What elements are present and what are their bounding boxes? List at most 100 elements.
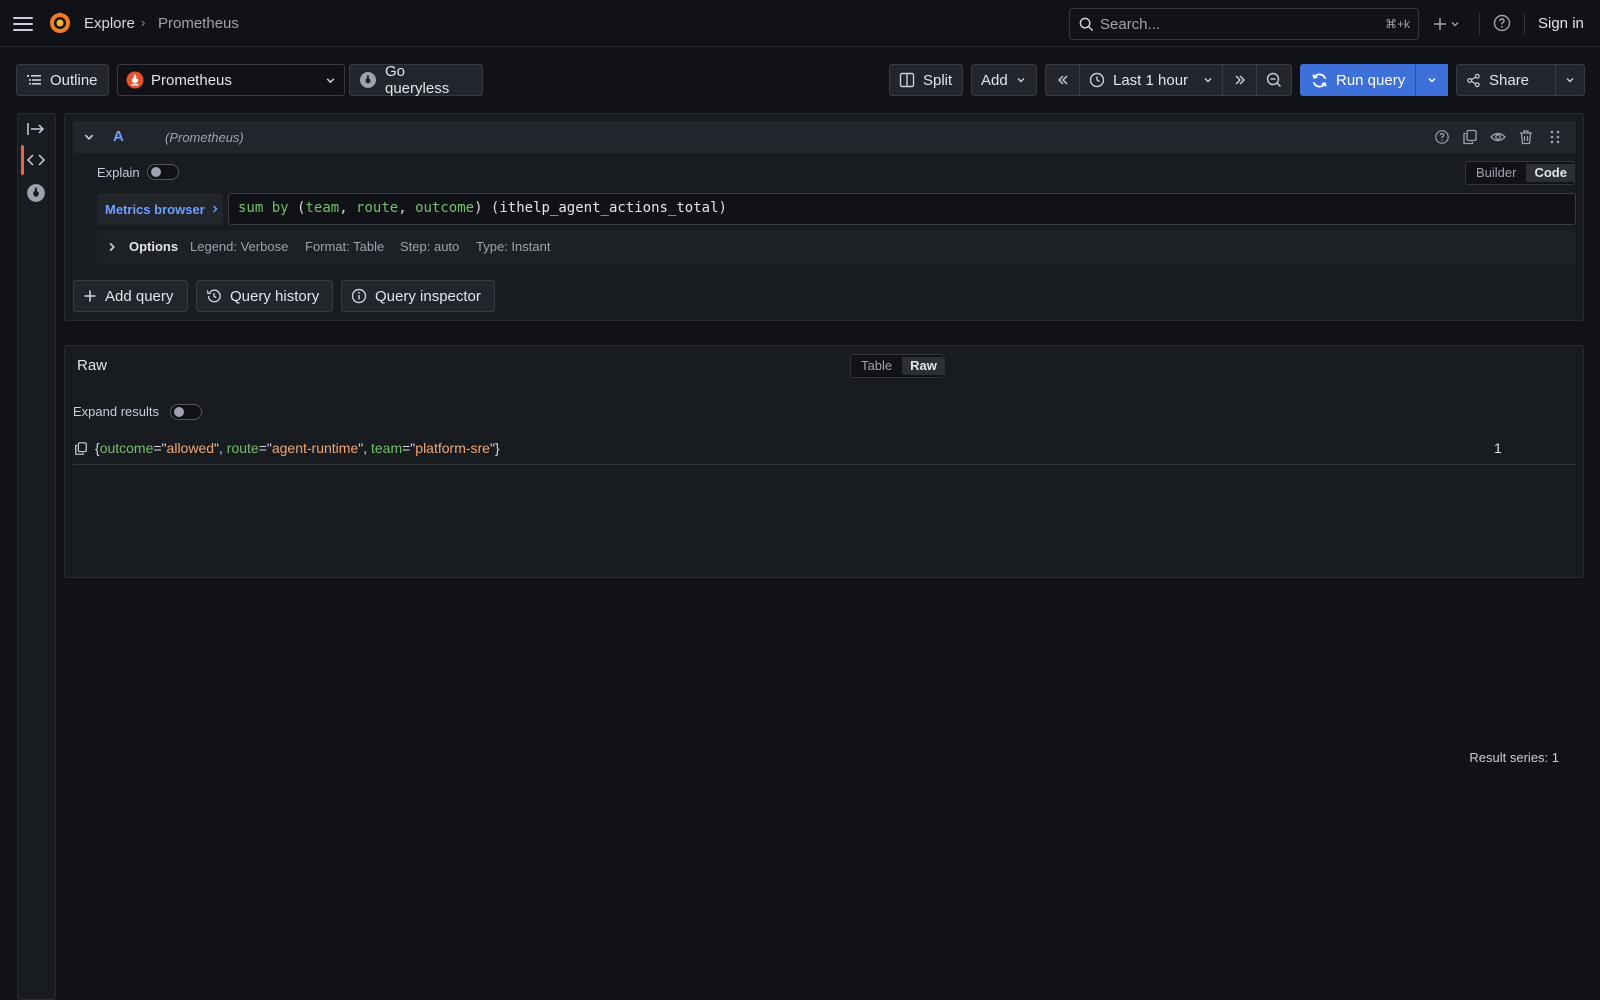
sign-in-link[interactable]: Sign in (1538, 15, 1584, 32)
promql-query-editor[interactable]: sum by (team, route, outcome) (ithelp_ag… (228, 193, 1576, 225)
drag-handle-icon[interactable] (1549, 129, 1561, 145)
breadcrumb-explore[interactable]: Explore (84, 15, 135, 32)
result-series-labels: {outcome="allowed", route="agent-runtime… (95, 440, 500, 456)
label-value: allowed (166, 440, 215, 456)
query-keyword: by (271, 200, 289, 216)
rail-active-indicator (21, 145, 24, 175)
metrics-browser-button[interactable]: Metrics browser (97, 193, 223, 225)
grafana-logo-icon[interactable] (48, 11, 72, 35)
go-queryless-label: Go queryless (385, 63, 450, 97)
outline-button[interactable]: Outline (16, 64, 109, 96)
collapse-query-icon[interactable] (83, 131, 95, 143)
zoom-out-button[interactable] (1256, 64, 1292, 96)
datasource-name: Prometheus (151, 71, 232, 89)
search-shortcut: ⌘+k (1384, 17, 1410, 31)
search-placeholder: Search... (1100, 16, 1161, 33)
add-query-button[interactable]: Add query (73, 280, 188, 312)
expand-outline-icon[interactable] (26, 120, 50, 140)
code-mode-option[interactable]: Code (1526, 164, 1575, 182)
add-label: Add (981, 71, 1008, 89)
refresh-icon (1311, 72, 1328, 89)
query-metric-name: ithelp_agent_actions_total (499, 200, 719, 216)
split-label: Split (923, 71, 953, 89)
chevron-down-icon (1203, 75, 1213, 85)
query-datasource-label: (Prometheus) (165, 130, 244, 145)
expand-results-toggle[interactable] (170, 404, 202, 420)
go-queryless-button[interactable]: Go queryless (349, 63, 483, 97)
new-menu-button[interactable] (1433, 13, 1467, 35)
results-title: Raw (77, 357, 108, 374)
datasource-picker[interactable]: Prometheus (117, 64, 345, 96)
info-icon (351, 288, 367, 304)
menu-icon[interactable] (12, 13, 34, 35)
query-ref-id[interactable]: A (113, 128, 124, 145)
builder-mode-option[interactable]: Builder (1468, 164, 1524, 182)
content-outline-rail (17, 113, 56, 1000)
query-prometheus-icon[interactable] (26, 183, 50, 205)
hide-query-eye-icon[interactable] (1490, 129, 1506, 145)
search-icon (1079, 17, 1094, 32)
help-icon[interactable] (1493, 14, 1511, 32)
run-query-label: Run query (1336, 71, 1406, 89)
result-row-divider (73, 464, 1576, 465)
time-shift-back-button[interactable] (1045, 64, 1080, 96)
time-range-picker[interactable]: Last 1 hour (1079, 64, 1223, 96)
delete-query-trash-icon[interactable] (1518, 129, 1534, 145)
result-series-count: Result series: 1 (1469, 750, 1559, 765)
label-value: agent-runtime (271, 440, 359, 456)
toggle-knob (151, 167, 161, 177)
breadcrumb-separator: › (141, 15, 146, 30)
queryless-icon (359, 71, 377, 89)
label-key: route (226, 440, 259, 456)
chevrons-right-icon (1233, 73, 1247, 87)
query-label: route (356, 200, 399, 216)
chevron-down-icon (1450, 19, 1460, 29)
copy-icon[interactable] (74, 441, 88, 456)
query-help-icon[interactable] (1434, 129, 1450, 145)
query-row-header (73, 121, 1576, 153)
add-query-label: Add query (105, 287, 174, 305)
chevron-down-icon (1565, 75, 1575, 85)
share-options-button[interactable] (1555, 64, 1585, 96)
table-view-option[interactable]: Table (853, 357, 900, 375)
chevron-right-icon[interactable] (107, 241, 117, 253)
duplicate-query-icon[interactable] (1462, 129, 1478, 145)
query-function: sum (238, 200, 264, 216)
chevron-right-icon (211, 204, 219, 214)
share-button[interactable]: Share (1456, 64, 1556, 96)
outline-label: Outline (50, 71, 98, 89)
query-label: outcome (415, 200, 475, 216)
plus-icon (83, 289, 97, 303)
expand-results-label: Expand results (73, 404, 159, 419)
breadcrumb-prometheus: Prometheus (158, 15, 239, 32)
query-history-label: Query history (230, 287, 320, 305)
query-history-button[interactable]: Query history (196, 280, 333, 312)
editor-mode-switch: Builder Code (1465, 161, 1575, 185)
chevron-down-icon (1427, 75, 1437, 85)
split-button[interactable]: Split (889, 64, 963, 96)
chevrons-left-icon (1056, 73, 1070, 87)
raw-view-option[interactable]: Raw (902, 357, 945, 375)
result-series-value: 1 (1494, 440, 1502, 456)
prometheus-logo-icon (126, 71, 144, 89)
metrics-browser-label: Metrics browser (105, 201, 205, 217)
clock-icon (1089, 72, 1105, 88)
label-value: platform-sre (415, 440, 490, 456)
options-title[interactable]: Options (129, 239, 178, 254)
label-key: team (371, 440, 403, 456)
run-query-options-button[interactable] (1415, 64, 1448, 96)
query-inspector-label: Query inspector (375, 287, 481, 305)
time-shift-forward-button[interactable] (1222, 64, 1257, 96)
queries-code-icon[interactable] (26, 152, 50, 170)
zoom-out-icon (1266, 72, 1282, 88)
nav-divider (1479, 13, 1480, 35)
columns-icon (899, 72, 915, 88)
add-button[interactable]: Add (971, 64, 1037, 96)
results-view-switch: Table Raw (850, 354, 945, 378)
option-legend: Legend: Verbose (190, 239, 289, 254)
query-inspector-button[interactable]: Query inspector (341, 280, 495, 312)
plus-icon (1433, 17, 1447, 31)
explain-toggle[interactable] (147, 164, 179, 180)
search-input[interactable]: Search... ⌘+k (1069, 8, 1419, 40)
option-format: Format: Table (305, 239, 385, 254)
